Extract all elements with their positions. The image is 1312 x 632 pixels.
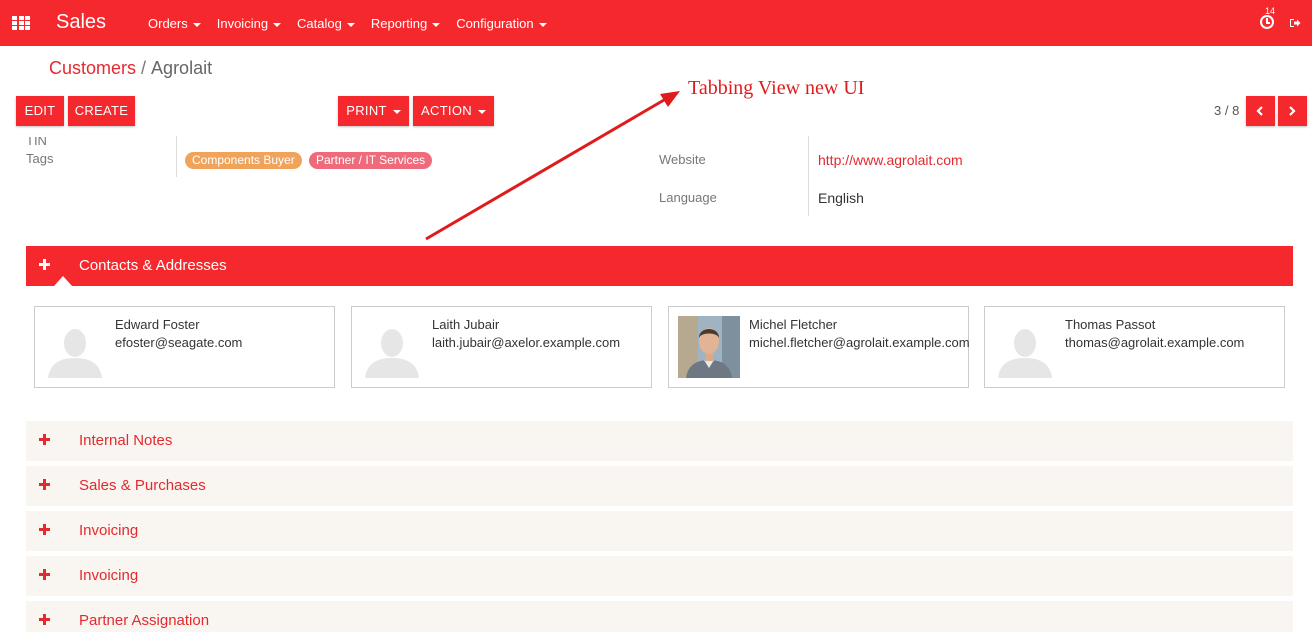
logout-icon[interactable] <box>1290 18 1301 28</box>
section-title: Invoicing <box>79 567 139 584</box>
create-button[interactable]: CREATE <box>68 96 135 126</box>
section-title: Sales & Purchases <box>79 477 206 494</box>
menu-reporting[interactable]: Reporting <box>370 0 441 46</box>
breadcrumb-current: Agrolait <box>151 58 213 78</box>
annotation-text: Tabbing View new UI <box>688 77 865 99</box>
section-title: Partner Assignation <box>79 612 210 629</box>
tag-chip[interactable]: Partner / IT Services <box>309 152 433 169</box>
section-title: Contacts & Addresses <box>79 257 227 274</box>
contact-name: Thomas Passot <box>1065 317 1156 332</box>
contact-name: Michel Fletcher <box>749 317 838 332</box>
caret-down-icon <box>273 22 282 27</box>
app-name[interactable]: Sales <box>56 11 106 34</box>
menu-catalog[interactable]: Catalog <box>297 0 355 46</box>
contact-card[interactable]: Laith Jubair laith.jubair@axelor.example… <box>351 306 652 388</box>
pager-previous-button[interactable] <box>1246 96 1275 126</box>
pager-counter: 3 / 8 <box>1214 103 1240 118</box>
breadcrumb: Customers / Agrolait <box>49 58 212 79</box>
section-sales-purchases[interactable]: Sales & Purchases <box>26 466 1293 506</box>
section-partner-assignation[interactable]: Partner Assignation <box>26 601 1293 632</box>
section-internal-notes[interactable]: Internal Notes <box>26 421 1293 461</box>
caret-down-icon <box>346 22 355 27</box>
action-button-label: ACTION <box>421 103 472 118</box>
caret-down-icon <box>192 22 201 27</box>
chevron-left-icon <box>1256 106 1263 116</box>
contact-email: efoster@seagate.com <box>115 335 243 350</box>
plus-icon <box>39 479 50 490</box>
contact-card[interactable]: Edward Foster efoster@seagate.com <box>34 306 335 388</box>
edit-button[interactable]: EDIT <box>16 96 64 126</box>
caret-down-icon <box>392 109 401 114</box>
field-divider <box>176 136 177 177</box>
section-title: Internal Notes <box>79 432 173 449</box>
section-invoicing-2[interactable]: Invoicing <box>26 556 1293 596</box>
print-button-label: PRINT <box>346 103 387 118</box>
breadcrumb-separator: / <box>141 58 147 78</box>
field-divider <box>808 136 809 216</box>
caret-down-icon <box>538 22 547 27</box>
pager-next-button[interactable] <box>1278 96 1307 126</box>
plus-icon <box>39 569 50 580</box>
print-button[interactable]: PRINT <box>338 96 409 126</box>
plus-icon <box>39 524 50 535</box>
menu-orders[interactable]: Orders <box>148 0 201 46</box>
website-label: Website <box>659 152 706 167</box>
clock-icon[interactable] <box>1260 15 1274 29</box>
contact-email: michel.fletcher@agrolait.example.com <box>749 335 970 350</box>
top-navbar: Sales Orders Invoicing Catalog Reporting… <box>0 0 1312 46</box>
menu-reporting-label: Reporting <box>370 16 428 31</box>
chevron-right-icon <box>1289 106 1296 116</box>
action-button[interactable]: ACTION <box>413 96 494 126</box>
avatar-placeholder-icon <box>44 316 106 378</box>
avatar-photo-icon <box>678 316 740 378</box>
menu-invoicing-label: Invoicing <box>216 16 269 31</box>
contact-card[interactable]: Thomas Passot thomas@agrolait.example.co… <box>984 306 1285 388</box>
contact-email: laith.jubair@axelor.example.com <box>432 335 621 350</box>
menu-configuration[interactable]: Configuration <box>456 0 547 46</box>
language-label: Language <box>659 190 717 205</box>
contact-email: thomas@agrolait.example.com <box>1065 335 1245 350</box>
avatar-placeholder-icon <box>361 316 423 378</box>
menu-catalog-label: Catalog <box>297 16 342 31</box>
caret-down-icon <box>432 22 441 27</box>
tags-label: Tags <box>26 151 54 166</box>
menu-configuration-label: Configuration <box>456 16 534 31</box>
caret-down-icon <box>477 109 486 114</box>
website-link[interactable]: http://www.agrolait.com <box>818 152 963 168</box>
language-value: English <box>818 190 864 206</box>
menu-orders-label: Orders <box>148 16 188 31</box>
main-menu: Orders Invoicing Catalog Reporting Confi… <box>148 0 563 46</box>
plus-icon <box>39 259 50 270</box>
plus-icon <box>39 614 50 625</box>
section-invoicing[interactable]: Invoicing <box>26 511 1293 551</box>
section-contacts-addresses[interactable]: Contacts & Addresses <box>26 246 1293 286</box>
apps-grid-icon[interactable] <box>12 16 30 30</box>
contact-name: Laith Jubair <box>432 317 500 332</box>
tag-chip[interactable]: Components Buyer <box>185 152 302 169</box>
plus-icon <box>39 434 50 445</box>
breadcrumb-customers-link[interactable]: Customers <box>49 58 136 78</box>
menu-invoicing[interactable]: Invoicing <box>216 0 282 46</box>
tab-pointer <box>54 276 72 286</box>
contact-card[interactable]: Michel Fletcher michel.fletcher@agrolait… <box>668 306 970 388</box>
contact-name: Edward Foster <box>115 317 200 332</box>
section-title: Invoicing <box>79 522 139 539</box>
avatar-placeholder-icon <box>994 316 1056 378</box>
